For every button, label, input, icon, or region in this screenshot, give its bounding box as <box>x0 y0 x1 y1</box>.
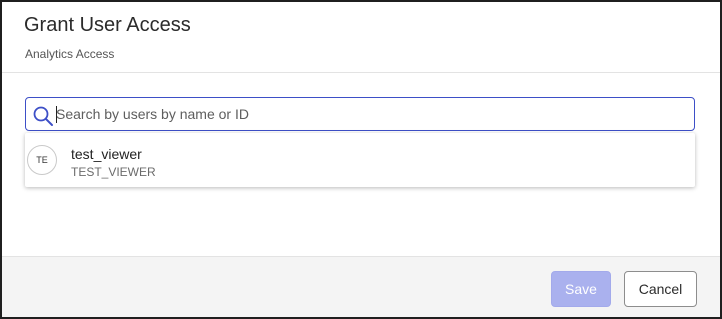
text-caret <box>56 106 57 123</box>
user-search-box[interactable] <box>25 97 695 131</box>
dialog-header: Grant User Access Analytics Access <box>2 2 720 73</box>
dialog-subtitle: Analytics Access <box>25 47 115 61</box>
user-search-input[interactable] <box>56 102 686 126</box>
result-option-test-viewer[interactable]: TE test_viewer TEST_VIEWER <box>25 133 695 187</box>
result-user-name: test_viewer <box>71 146 142 162</box>
grant-user-access-dialog: Grant User Access Analytics Access TE te… <box>0 0 722 319</box>
search-icon <box>32 105 54 127</box>
dialog-footer: Save Cancel <box>2 256 720 317</box>
save-button[interactable]: Save <box>551 271 611 307</box>
cancel-button[interactable]: Cancel <box>624 271 697 307</box>
dialog-title: Grant User Access <box>24 14 191 36</box>
result-user-id: TEST_VIEWER <box>71 165 156 179</box>
avatar: TE <box>27 145 57 175</box>
search-results-dropdown: TE test_viewer TEST_VIEWER <box>25 133 695 187</box>
